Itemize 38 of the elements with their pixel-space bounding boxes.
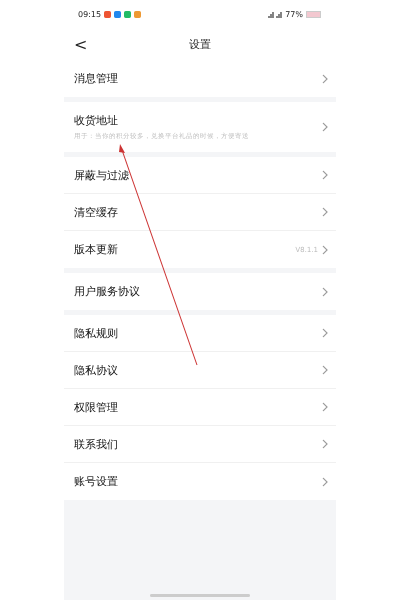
- signal-icon: [268, 10, 282, 18]
- chevron-icon: [322, 286, 328, 296]
- settings-row[interactable]: 用户服务协议: [64, 273, 336, 310]
- settings-row[interactable]: 隐私规则: [64, 315, 336, 352]
- chevron-icon: [322, 244, 328, 254]
- row-label: 联系我们: [74, 436, 118, 452]
- chevron-icon: [322, 122, 328, 132]
- chevron-icon: [322, 476, 328, 486]
- row-label: 账号设置: [74, 474, 118, 489]
- chevron-icon: [322, 439, 328, 449]
- settings-row[interactable]: 消息管理: [64, 60, 336, 97]
- row-label: 清空缓存: [74, 204, 118, 220]
- settings-row[interactable]: 权限管理: [64, 389, 336, 426]
- battery-icon: [306, 10, 322, 18]
- row-label: 隐私规则: [74, 326, 118, 340]
- status-time: 09:15: [78, 10, 102, 18]
- chevron-icon: [322, 365, 328, 375]
- page-title: 设置: [189, 38, 211, 50]
- settings-row[interactable]: 清空缓存: [64, 194, 336, 231]
- row-label: 用户服务协议: [74, 284, 140, 299]
- chevron-icon: [322, 402, 328, 412]
- settings-row[interactable]: 账号设置: [64, 463, 336, 500]
- battery-percent: 77%: [285, 10, 303, 18]
- chevron-icon: [322, 207, 328, 217]
- row-label: 隐私协议: [74, 362, 118, 378]
- row-label: 屏蔽与过滤: [74, 168, 129, 182]
- back-button[interactable]: <: [74, 34, 88, 54]
- row-label: 版本更新: [74, 242, 118, 257]
- settings-row[interactable]: 屏蔽与过滤: [64, 157, 336, 194]
- settings-row[interactable]: 联系我们: [64, 426, 336, 463]
- row-label: 收货地址: [74, 113, 118, 128]
- row-label: 消息管理: [74, 71, 118, 86]
- settings-row[interactable]: 隐私协议: [64, 352, 336, 389]
- chevron-icon: [322, 328, 328, 338]
- chevron-icon: [322, 74, 328, 84]
- home-indicator[interactable]: [150, 594, 250, 597]
- chevron-icon: [322, 170, 328, 180]
- row-label: 权限管理: [74, 400, 118, 414]
